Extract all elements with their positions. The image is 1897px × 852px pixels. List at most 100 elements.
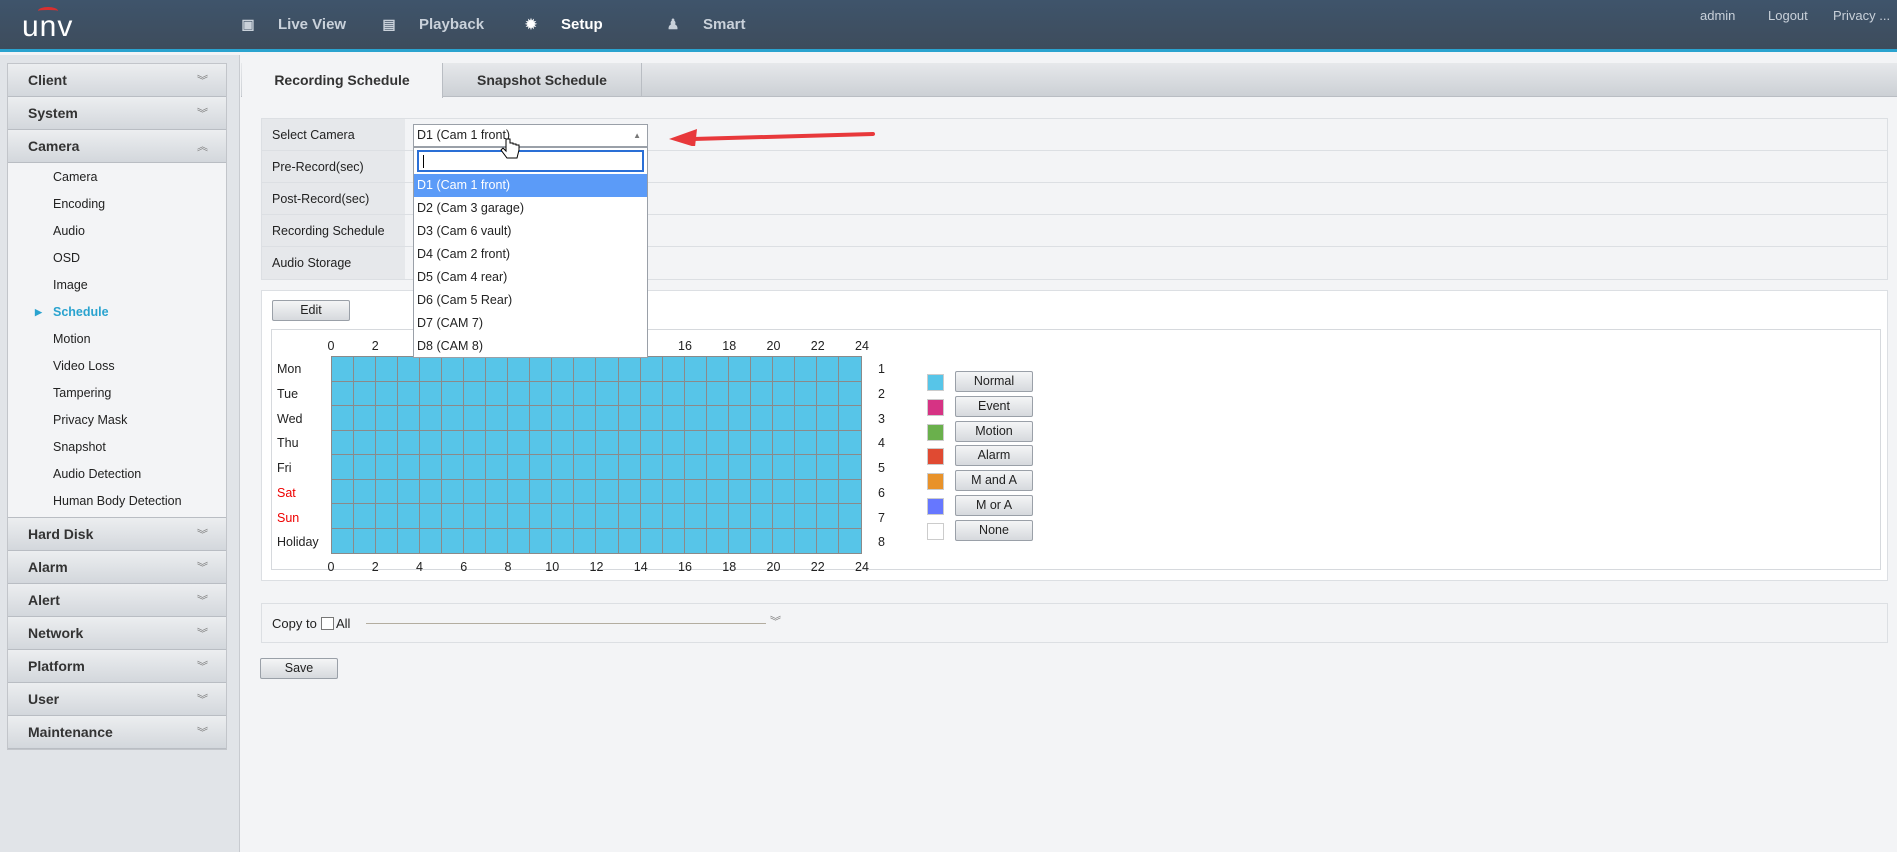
sidebar-section-hard-disk[interactable]: Hard Disk ︾ [8, 518, 226, 551]
schedule-cell[interactable] [486, 406, 509, 431]
schedule-cell[interactable] [486, 381, 509, 406]
save-button[interactable]: Save [260, 658, 338, 679]
schedule-cell[interactable] [420, 479, 443, 504]
sidebar-section-alarm[interactable]: Alarm ︾ [8, 551, 226, 584]
legend-button-motion[interactable]: Motion [955, 420, 1033, 442]
schedule-cell[interactable] [442, 528, 465, 553]
schedule-cell[interactable] [773, 528, 795, 553]
schedule-cell[interactable] [728, 406, 751, 431]
schedule-cell[interactable] [376, 455, 399, 480]
schedule-cell[interactable] [838, 504, 861, 529]
schedule-cell[interactable] [552, 504, 575, 529]
schedule-cell[interactable] [398, 381, 421, 406]
legend-button-normal[interactable]: Normal [955, 371, 1033, 392]
privacy-link[interactable]: Privacy ... [1833, 8, 1890, 23]
legend-button-m-or-a[interactable]: M or A [955, 495, 1033, 516]
schedule-cell[interactable] [772, 430, 795, 455]
sidebar-item-audio[interactable]: Audio [8, 218, 226, 245]
tab-recording-schedule[interactable]: Recording Schedule [242, 63, 443, 98]
schedule-cell[interactable] [530, 357, 553, 382]
schedule-cell[interactable] [618, 357, 641, 382]
legend-button-none[interactable]: None [955, 519, 1033, 541]
schedule-cell[interactable] [398, 455, 421, 480]
schedule-grid[interactable] [331, 356, 862, 554]
sidebar-section-network[interactable]: Network ︾ [8, 617, 226, 650]
sidebar-item-tampering[interactable]: Tampering [8, 380, 226, 407]
schedule-cell[interactable] [486, 504, 509, 529]
schedule-cell[interactable] [508, 406, 531, 431]
schedule-cell[interactable] [640, 455, 663, 480]
schedule-cell[interactable] [618, 381, 641, 406]
schedule-cell[interactable] [442, 357, 465, 382]
schedule-cell[interactable] [794, 479, 817, 504]
schedule-cell[interactable] [552, 430, 575, 455]
schedule-cell[interactable] [574, 455, 597, 480]
schedule-cell[interactable] [354, 528, 377, 553]
schedule-cell[interactable] [552, 381, 575, 406]
schedule-cell[interactable] [794, 357, 817, 382]
camera-option[interactable]: D7 (CAM 7) [414, 312, 647, 335]
legend-button-m-and-a[interactable]: M and A [955, 470, 1033, 492]
schedule-cell[interactable] [508, 381, 531, 406]
schedule-cell[interactable] [794, 381, 817, 406]
schedule-cell[interactable] [420, 406, 443, 431]
schedule-cell[interactable] [706, 406, 729, 431]
schedule-cell[interactable] [816, 406, 839, 431]
schedule-cell[interactable] [596, 357, 619, 382]
schedule-cell[interactable] [619, 528, 641, 553]
schedule-cell[interactable] [486, 455, 509, 480]
schedule-cell[interactable] [442, 455, 465, 480]
schedule-cell[interactable] [772, 406, 795, 431]
schedule-cell[interactable] [662, 381, 685, 406]
schedule-cell[interactable] [662, 504, 685, 529]
sidebar-section-platform[interactable]: Platform ︾ [8, 650, 226, 683]
schedule-cell[interactable] [332, 479, 355, 504]
schedule-cell[interactable] [508, 504, 531, 529]
schedule-cell[interactable] [772, 479, 795, 504]
schedule-cell[interactable] [530, 381, 553, 406]
schedule-cell[interactable] [706, 455, 729, 480]
schedule-cell[interactable] [706, 381, 729, 406]
schedule-cell[interactable] [354, 381, 377, 406]
schedule-cell[interactable] [420, 504, 443, 529]
schedule-cell[interactable] [376, 479, 399, 504]
schedule-cell[interactable] [640, 430, 663, 455]
schedule-cell[interactable] [552, 528, 575, 553]
schedule-cell[interactable] [574, 357, 597, 382]
schedule-cell[interactable] [530, 430, 553, 455]
schedule-cell[interactable] [684, 406, 707, 431]
schedule-cell[interactable] [729, 528, 751, 553]
schedule-cell[interactable] [398, 479, 421, 504]
schedule-cell[interactable] [596, 504, 619, 529]
schedule-cell[interactable] [662, 479, 685, 504]
schedule-cell[interactable] [574, 528, 597, 553]
schedule-cell[interactable] [684, 455, 707, 480]
sidebar-section-client[interactable]: Client ︾ [8, 64, 226, 97]
schedule-cell[interactable] [442, 504, 465, 529]
schedule-cell[interactable] [574, 381, 597, 406]
sidebar-item-schedule[interactable]: ▶ Schedule [8, 299, 226, 326]
schedule-cell[interactable] [728, 504, 751, 529]
schedule-cell[interactable] [750, 479, 773, 504]
schedule-cell[interactable] [618, 504, 641, 529]
schedule-cell[interactable] [574, 406, 597, 431]
nav-live-view[interactable]: ▣ Live View [240, 0, 346, 49]
schedule-cell[interactable] [728, 455, 751, 480]
schedule-cell[interactable] [574, 504, 597, 529]
nav-playback[interactable]: ▤ Playback [381, 0, 484, 49]
schedule-cell[interactable] [332, 406, 355, 431]
schedule-cell[interactable] [706, 479, 729, 504]
sidebar-section-alert[interactable]: Alert ︾ [8, 584, 226, 617]
sidebar-item-encoding[interactable]: Encoding [8, 191, 226, 218]
schedule-cell[interactable] [420, 455, 443, 480]
schedule-cell[interactable] [684, 479, 707, 504]
schedule-cell[interactable] [398, 430, 421, 455]
schedule-cell[interactable] [816, 381, 839, 406]
sidebar-item-human-body-detection[interactable]: Human Body Detection [8, 488, 226, 515]
schedule-cell[interactable] [376, 381, 399, 406]
schedule-cell[interactable] [354, 406, 377, 431]
legend-button-alarm[interactable]: Alarm [955, 445, 1033, 467]
schedule-cell[interactable] [684, 357, 707, 382]
schedule-cell[interactable] [685, 528, 707, 553]
schedule-cell[interactable] [838, 431, 861, 455]
